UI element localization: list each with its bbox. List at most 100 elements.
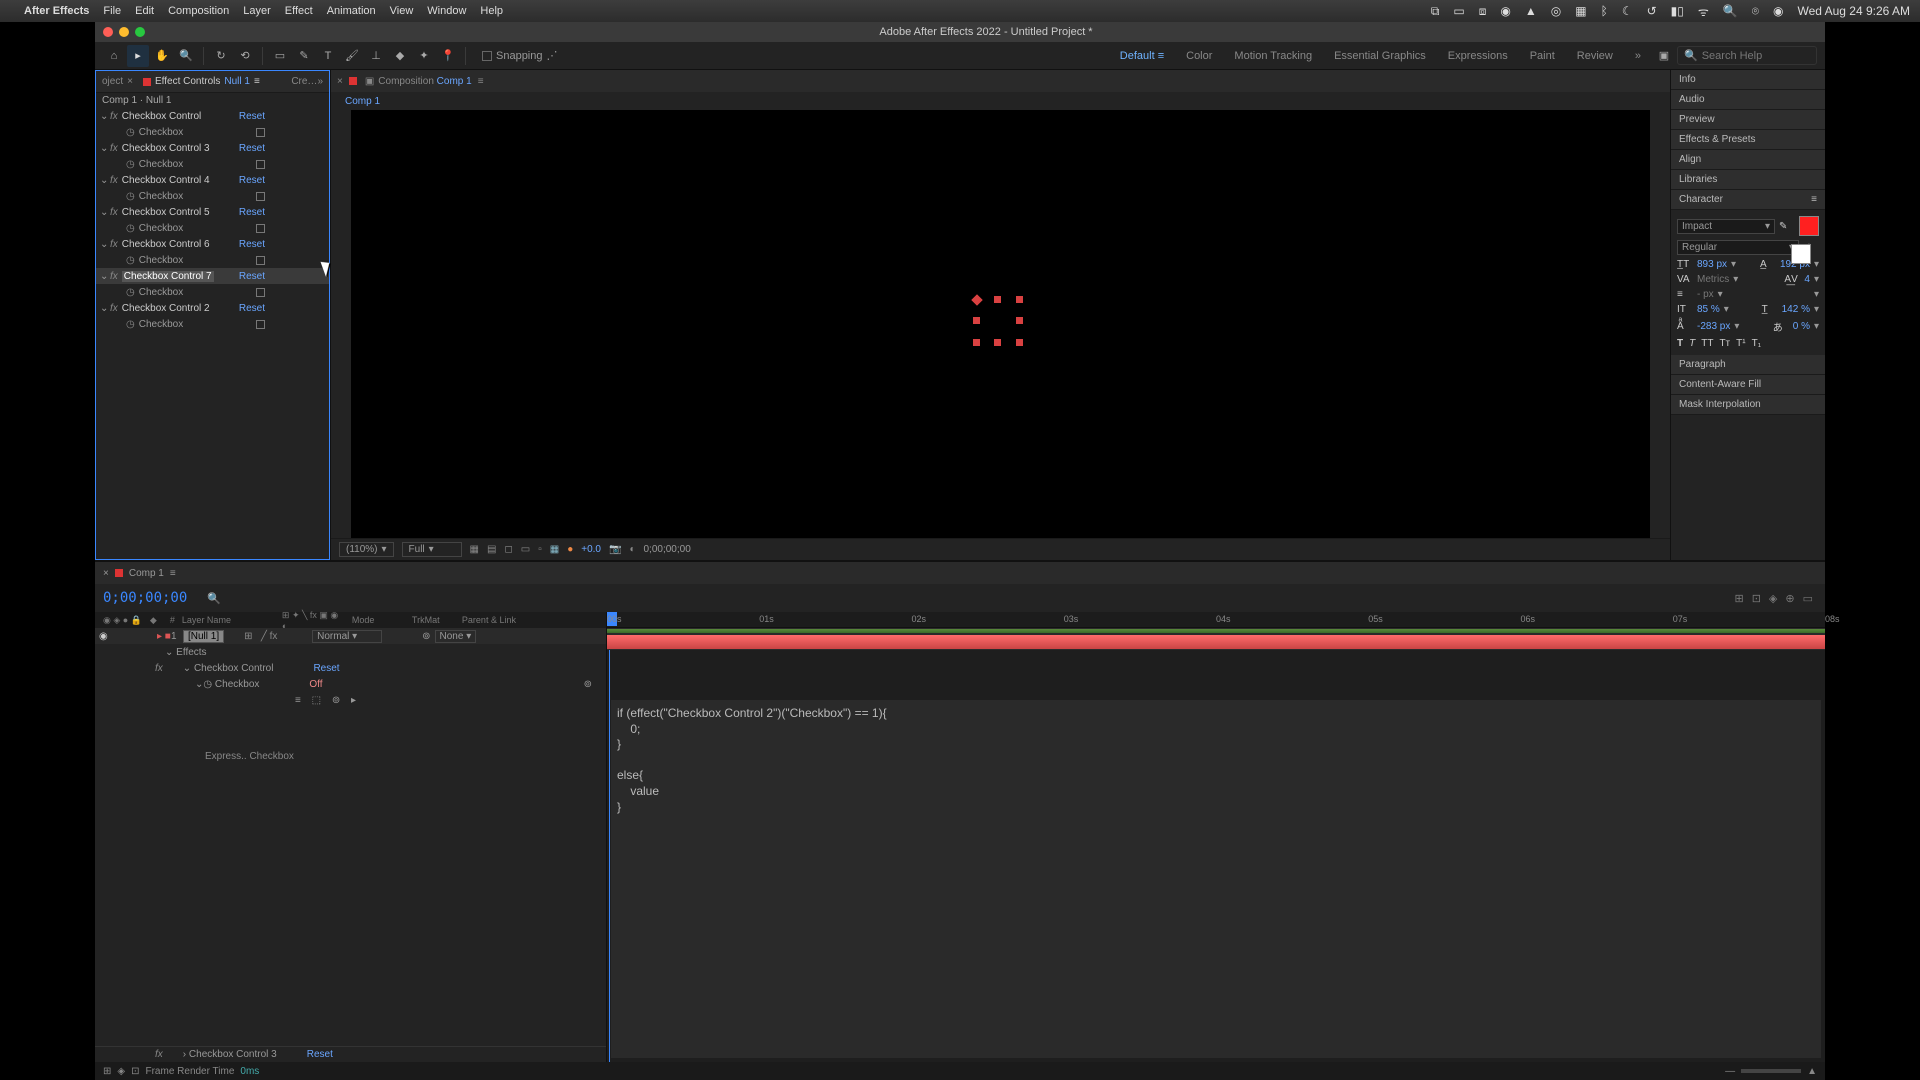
effects-group[interactable]: Effects xyxy=(176,647,206,658)
viewport[interactable] xyxy=(351,110,1650,538)
checkbox-value[interactable] xyxy=(256,160,265,169)
resolution-dropdown[interactable]: Full▾ xyxy=(402,542,462,557)
parent-dropdown[interactable]: None ▾ xyxy=(435,630,477,643)
menubar-search-icon[interactable]: 🔍 xyxy=(1723,4,1738,18)
reset-button[interactable]: Reset xyxy=(239,271,265,282)
fill-color-swatch[interactable] xyxy=(1799,216,1819,236)
tab-extra[interactable]: Cre… xyxy=(291,76,317,87)
stopwatch-icon[interactable]: ◷ xyxy=(126,255,135,266)
tab-project-truncated[interactable]: oject xyxy=(102,76,123,87)
tl-btn-3[interactable]: ◈ xyxy=(1769,592,1777,605)
zoom-slider[interactable] xyxy=(1741,1069,1801,1073)
menubar-calendar-icon[interactable]: ▦ xyxy=(1575,4,1586,18)
blend-mode-dropdown[interactable]: Normal ▾ xyxy=(312,630,382,643)
stopwatch-icon[interactable]: ◷ xyxy=(126,127,135,138)
tl-effect-name-2[interactable]: Checkbox Control 3 xyxy=(189,1049,277,1060)
workspace-color[interactable]: Color xyxy=(1176,50,1222,62)
tl-btn-4[interactable]: ⊕ xyxy=(1785,592,1794,605)
null-layer-handles[interactable] xyxy=(976,299,1026,349)
effect-name[interactable]: Checkbox Control 2 xyxy=(122,303,210,314)
panel-character[interactable]: Character≡ xyxy=(1671,190,1825,210)
panel-menu-icon[interactable]: ≡ xyxy=(254,76,260,87)
menubar-battery-icon[interactable]: ▮▯ xyxy=(1671,4,1684,18)
stopwatch-icon[interactable]: ◷ xyxy=(126,319,135,330)
menu-composition[interactable]: Composition xyxy=(168,5,229,17)
effect-property-row[interactable]: ◷Checkbox xyxy=(96,156,329,172)
pickwhip-icon[interactable]: ⊚ xyxy=(422,631,430,642)
reset-button[interactable]: Reset xyxy=(239,111,265,122)
workspace-more-icon[interactable]: » xyxy=(1625,50,1651,62)
effect-property-row[interactable]: ◷Checkbox xyxy=(96,284,329,300)
twisty-icon[interactable]: ⌄ xyxy=(165,647,173,658)
selection-tool[interactable]: ▸ xyxy=(127,45,149,67)
effect-name[interactable]: Checkbox Control 5 xyxy=(122,207,210,218)
snapshot-icon[interactable]: 📷 xyxy=(609,544,621,555)
panel-mask-interpolation[interactable]: Mask Interpolation xyxy=(1671,395,1825,415)
exposure-value[interactable]: +0.0 xyxy=(581,544,601,555)
effect-row[interactable]: ⌄fxCheckbox Control 7Reset xyxy=(96,268,329,284)
tl-btn-1[interactable]: ⊞ xyxy=(1734,592,1743,605)
rotate-tool[interactable]: ⟲ xyxy=(234,45,256,67)
panel-audio[interactable]: Audio xyxy=(1671,90,1825,110)
menubar-bluetooth-icon[interactable]: ᛒ xyxy=(1601,4,1608,18)
zoom-out-icon[interactable]: — xyxy=(1725,1066,1735,1077)
checkbox-value[interactable] xyxy=(256,288,265,297)
stroke-color-swatch[interactable] xyxy=(1791,244,1811,264)
menubar-app-icon[interactable]: ▲ xyxy=(1525,4,1537,18)
orbit-tool[interactable]: ↻ xyxy=(210,45,232,67)
show-snapshot-icon[interactable]: ◐ xyxy=(629,544,635,555)
workspace-review[interactable]: Review xyxy=(1567,50,1623,62)
kerning-value[interactable]: Metrics xyxy=(1697,274,1729,285)
app-name[interactable]: After Effects xyxy=(24,5,89,17)
stopwatch-icon[interactable]: ◷ xyxy=(126,159,135,170)
maximize-button[interactable] xyxy=(135,27,145,37)
workspace-motion-tracking[interactable]: Motion Tracking xyxy=(1224,50,1322,62)
menu-view[interactable]: View xyxy=(390,5,414,17)
effect-property-row[interactable]: ◷Checkbox xyxy=(96,316,329,332)
tab-overflow-icon[interactable]: » xyxy=(317,76,323,87)
eraser-tool[interactable]: ◆ xyxy=(389,45,411,67)
menubar-wifi-icon[interactable]: ᯤ xyxy=(1698,3,1709,20)
font-family-dropdown[interactable]: Impact▾ xyxy=(1677,219,1775,234)
current-timecode[interactable]: 0;00;00;00 xyxy=(103,590,187,606)
home-icon[interactable]: ⌂ xyxy=(103,45,125,67)
tl-reset-2[interactable]: Reset xyxy=(307,1049,333,1060)
font-size-value[interactable]: 893 px xyxy=(1697,259,1727,270)
transparency-icon[interactable]: ▦ xyxy=(550,544,559,555)
color-icon[interactable]: ● xyxy=(567,544,573,555)
comp-lock-icon[interactable] xyxy=(349,77,357,85)
text-tool[interactable]: T xyxy=(317,45,339,67)
comp-breadcrumb[interactable]: Comp 1 xyxy=(345,96,380,107)
workspace-expressions[interactable]: Expressions xyxy=(1438,50,1518,62)
tl-prop-value[interactable]: Off xyxy=(309,679,322,690)
pen-tool[interactable]: ✎ xyxy=(293,45,315,67)
reset-button[interactable]: Reset xyxy=(239,143,265,154)
lock-icon[interactable] xyxy=(143,78,151,86)
comp-name-link[interactable]: Comp 1 xyxy=(437,76,472,87)
workspace-reset-icon[interactable]: ▣ xyxy=(1653,45,1675,67)
menu-layer[interactable]: Layer xyxy=(243,5,271,17)
menu-window[interactable]: Window xyxy=(427,5,466,17)
search-help[interactable]: 🔍 Search Help xyxy=(1677,46,1817,65)
effect-row[interactable]: ⌄fxCheckbox ControlReset xyxy=(96,108,329,124)
guides-icon[interactable]: ▤ xyxy=(487,544,496,555)
menubar-chrome-icon[interactable]: ◎ xyxy=(1551,4,1561,18)
zoom-tool[interactable]: 🔍 xyxy=(175,45,197,67)
snapping-checkbox[interactable] xyxy=(482,51,492,61)
twisty-icon[interactable]: ⌄ xyxy=(183,663,191,674)
workspace-paint[interactable]: Paint xyxy=(1520,50,1565,62)
twisty-icon[interactable]: ⌄ xyxy=(100,207,108,218)
workspace-default[interactable]: Default ≡ xyxy=(1110,50,1174,62)
snap-options-icon[interactable]: ⋰ xyxy=(547,49,558,62)
puppet-tool[interactable]: 📍 xyxy=(437,45,459,67)
stopwatch-icon[interactable]: ◷ xyxy=(126,287,135,298)
eyedropper-icon[interactable]: ✎ xyxy=(1779,221,1795,232)
checkbox-value[interactable] xyxy=(256,224,265,233)
panel-align[interactable]: Align xyxy=(1671,150,1825,170)
tl-prop-name[interactable]: Checkbox xyxy=(215,679,259,690)
close-button[interactable] xyxy=(103,27,113,37)
toggle-switches-icon[interactable]: ⊞ xyxy=(103,1066,111,1077)
minimize-button[interactable] xyxy=(119,27,129,37)
panel-effects-presets[interactable]: Effects & Presets xyxy=(1671,130,1825,150)
checkbox-value[interactable] xyxy=(256,128,265,137)
